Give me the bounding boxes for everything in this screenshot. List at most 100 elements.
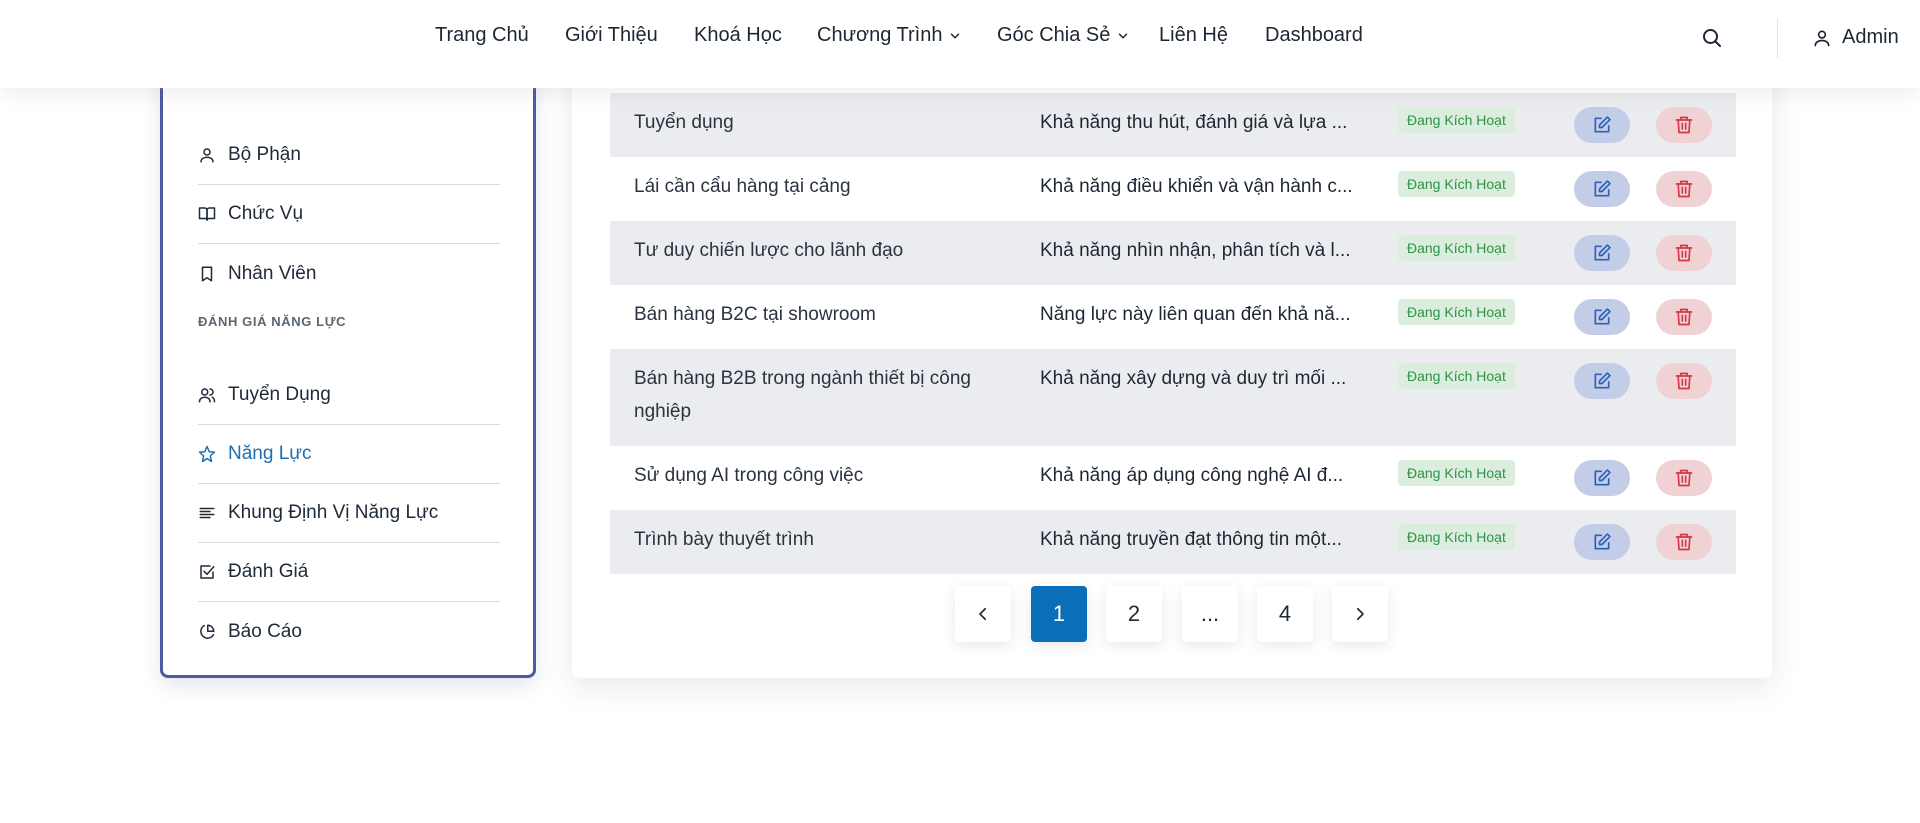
check-square-icon <box>200 565 215 579</box>
edit-button[interactable] <box>1574 363 1630 399</box>
edit-icon <box>1594 116 1611 133</box>
competency-name: Tư duy chiến lược cho lãnh đạo <box>634 240 904 261</box>
star-icon <box>198 445 216 463</box>
nav-dashboard-label: Dashboard <box>1265 24 1363 46</box>
sidebar-item-reports[interactable]: Báo Cáo <box>198 602 500 661</box>
delete-button[interactable] <box>1656 363 1712 399</box>
chevron-left-icon <box>979 607 987 621</box>
top-navbar: Trang Chủ Giới Thiệu Khoá Học Chương Trì… <box>0 0 1920 88</box>
nav-contact[interactable]: Liên Hệ <box>1159 24 1228 47</box>
nav-sharing-label: Góc Chia Sẻ <box>997 24 1111 46</box>
sidebar-item-competency-framework[interactable]: Khung Định Vị Năng Lực <box>198 484 500 543</box>
table-row: Tư duy chiến lược cho lãnh đạo Khả năng … <box>610 221 1736 285</box>
edit-icon <box>1594 244 1611 261</box>
delete-button[interactable] <box>1656 524 1712 560</box>
table-row: Trình bày thuyết trình Khả năng truyền đ… <box>610 510 1736 574</box>
status-badge: Đang Kích Hoạt <box>1398 171 1515 197</box>
nav-programs[interactable]: Chương Trình <box>817 24 962 47</box>
page-button-1[interactable]: 1 <box>1031 586 1087 642</box>
competency-description: Khả năng nhìn nhận, phân tích và l... <box>1040 240 1351 261</box>
delete-button[interactable] <box>1656 299 1712 335</box>
edit-icon <box>1594 372 1611 389</box>
nav-programs-label: Chương Trình <box>817 24 943 46</box>
trash-icon <box>1675 180 1693 198</box>
sidebar-item-label: Chức Vụ <box>228 203 304 224</box>
sidebar-item-departments[interactable]: Bộ Phận <box>198 126 500 185</box>
competency-name: Tuyển dụng <box>634 112 734 133</box>
status-badge: Đang Kích Hoạt <box>1398 299 1515 325</box>
competency-name: Lái cần cẩu hàng tại cảng <box>634 176 851 197</box>
users-icon <box>198 388 216 403</box>
user-menu[interactable]: Admin <box>1812 26 1899 49</box>
edit-icon <box>1594 180 1611 197</box>
nav-home-label: Trang Chủ <box>435 24 529 46</box>
edit-button[interactable] <box>1574 171 1630 207</box>
sidebar-item-label: Đánh Giá <box>228 561 309 582</box>
edit-button[interactable] <box>1574 235 1630 271</box>
delete-button[interactable] <box>1656 460 1712 496</box>
nav-courses-label: Khoá Học <box>694 24 782 46</box>
sidebar: Bộ Phận Chức Vụ Nhân Viên ĐÁNH GIÁ NĂNG … <box>160 60 536 678</box>
user-name: Admin <box>1842 26 1899 48</box>
sidebar-item-assessment[interactable]: Đánh Giá <box>198 543 500 602</box>
sidebar-item-recruitment[interactable]: Tuyển Dụng <box>198 366 500 425</box>
sidebar-item-label: Báo Cáo <box>228 620 302 642</box>
table-row: Lái cần cẩu hàng tại cảng Khả năng điều … <box>610 157 1736 221</box>
trash-icon <box>1675 244 1693 262</box>
table-row: Bán hàng B2B trong ngành thiết bị công n… <box>610 349 1736 446</box>
delete-button[interactable] <box>1656 235 1712 271</box>
user-icon <box>1814 29 1830 46</box>
table-row: Sử dụng AI trong công việc Khả năng áp d… <box>610 446 1736 510</box>
competency-name: Bán hàng B2C tại showroom <box>634 304 876 325</box>
sidebar-item-employees[interactable]: Nhân Viên <box>198 244 500 303</box>
sidebar-item-competency[interactable]: Năng Lực <box>198 425 500 484</box>
nav-about-label: Giới Thiệu <box>565 24 658 46</box>
competency-description: Khả năng xây dựng và duy trì mối ... <box>1040 368 1347 389</box>
bookmark-icon <box>201 266 213 281</box>
delete-button[interactable] <box>1656 107 1712 143</box>
trash-icon <box>1675 372 1693 390</box>
page-ellipsis: ... <box>1182 586 1238 642</box>
competency-description: Năng lực này liên quan đến khả nă... <box>1040 304 1351 325</box>
status-badge: Đang Kích Hoạt <box>1398 235 1515 261</box>
nav-contact-label: Liên Hệ <box>1159 24 1228 46</box>
edit-button[interactable] <box>1574 107 1630 143</box>
sidebar-item-label: Bộ Phận <box>228 144 301 165</box>
table-row: Bán hàng B2C tại showroom Năng lực này l… <box>610 285 1736 349</box>
nav-courses[interactable]: Khoá Học <box>694 24 782 47</box>
edit-button[interactable] <box>1574 299 1630 335</box>
page-button-4[interactable]: 4 <box>1257 586 1313 642</box>
nav-home[interactable]: Trang Chủ <box>435 24 529 47</box>
pie-chart-icon <box>200 624 215 639</box>
edit-button[interactable] <box>1574 460 1630 496</box>
search-button[interactable] <box>1700 26 1724 50</box>
edit-icon <box>1594 469 1611 486</box>
chevron-right-icon <box>1356 607 1364 621</box>
page-button-2[interactable]: 2 <box>1106 586 1162 642</box>
chevron-down-icon <box>951 33 960 38</box>
status-badge: Đang Kích Hoạt <box>1398 460 1515 486</box>
edit-icon <box>1594 533 1611 550</box>
competency-description: Khả năng điều khiển và vận hành c... <box>1040 176 1353 197</box>
competency-name: Sử dụng AI trong công việc <box>634 465 864 486</box>
sidebar-item-label: Năng Lực <box>228 443 312 464</box>
delete-button[interactable] <box>1656 171 1712 207</box>
prev-page-button[interactable] <box>955 586 1011 642</box>
competency-name: Bán hàng B2B trong ngành thiết bị công n… <box>634 368 971 422</box>
table-row: Tuyển dụng Khả năng thu hút, đánh giá và… <box>610 93 1736 157</box>
align-left-icon <box>199 507 215 519</box>
navbar-divider <box>1777 18 1778 58</box>
status-badge: Đang Kích Hoạt <box>1398 363 1515 389</box>
edit-icon <box>1594 308 1611 325</box>
sidebar-item-positions[interactable]: Chức Vụ <box>198 185 500 244</box>
nav-dashboard[interactable]: Dashboard <box>1265 24 1363 47</box>
competency-description: Khả năng áp dụng công nghệ AI đ... <box>1040 465 1344 486</box>
edit-button[interactable] <box>1574 524 1630 560</box>
search-icon <box>1703 29 1721 47</box>
sidebar-section-title: ĐÁNH GIÁ NĂNG LỰC <box>198 314 347 329</box>
nav-about[interactable]: Giới Thiệu <box>565 24 658 47</box>
next-page-button[interactable] <box>1332 586 1388 642</box>
trash-icon <box>1675 116 1693 134</box>
nav-sharing[interactable]: Góc Chia Sẻ <box>997 24 1130 47</box>
status-badge: Đang Kích Hoạt <box>1398 524 1515 550</box>
